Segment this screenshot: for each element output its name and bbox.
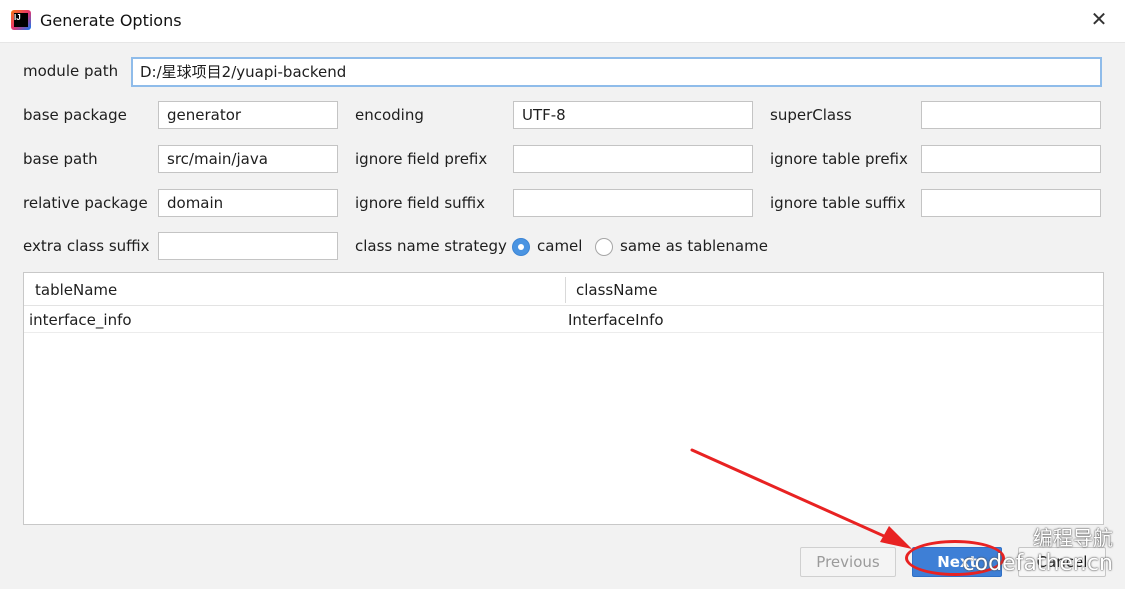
next-button[interactable]: Next: [912, 547, 1002, 577]
cell-tablename[interactable]: interface_info: [29, 306, 559, 332]
dialog-title: Generate Options: [40, 11, 182, 30]
base-path-input[interactable]: src/main/java: [158, 145, 338, 173]
relative-package-label: relative package: [23, 194, 148, 212]
ignore-field-suffix-label: ignore field suffix: [355, 194, 486, 212]
ignore-table-suffix-label: ignore table suffix: [770, 194, 906, 212]
super-class-label: superClass: [770, 106, 852, 124]
ignore-field-prefix-input[interactable]: [513, 145, 753, 173]
same-as-tablename-radio[interactable]: [595, 238, 613, 256]
column-header-tablename[interactable]: tableName: [24, 273, 565, 305]
table-row[interactable]: interface_info InterfaceInfo: [24, 306, 1103, 333]
base-package-label: base package: [23, 106, 127, 124]
module-path-label: module path: [23, 62, 119, 80]
extra-class-suffix-label: extra class suffix: [23, 237, 150, 255]
encoding-label: encoding: [355, 106, 424, 124]
ignore-table-prefix-label: ignore table prefix: [770, 150, 908, 168]
camel-radio-label[interactable]: camel: [537, 237, 582, 255]
base-path-label: base path: [23, 150, 98, 168]
class-name-strategy-label: class name strategy: [355, 237, 507, 255]
ignore-field-suffix-input[interactable]: [513, 189, 753, 217]
dialog-titlebar: Generate Options ✕: [0, 0, 1125, 43]
ignore-table-prefix-input[interactable]: [921, 145, 1101, 173]
cell-classname[interactable]: InterfaceInfo: [568, 306, 1098, 332]
cancel-button[interactable]: Cancel: [1018, 547, 1106, 577]
previous-button[interactable]: Previous: [800, 547, 896, 577]
ignore-field-prefix-label: ignore field prefix: [355, 150, 488, 168]
column-header-classname[interactable]: className: [565, 273, 1103, 305]
same-as-tablename-radio-label[interactable]: same as tablename: [620, 237, 768, 255]
ignore-table-suffix-input[interactable]: [921, 189, 1101, 217]
base-package-input[interactable]: generator: [158, 101, 338, 129]
close-icon[interactable]: ✕: [1087, 8, 1111, 32]
table-header: tableName className: [24, 273, 1103, 306]
intellij-app-icon: [11, 10, 31, 30]
encoding-input[interactable]: UTF-8: [513, 101, 753, 129]
module-path-input[interactable]: D:/星球项目2/yuapi-backend: [131, 57, 1102, 87]
camel-radio[interactable]: [512, 238, 530, 256]
relative-package-input[interactable]: domain: [158, 189, 338, 217]
table-list[interactable]: tableName className interface_info Inter…: [23, 272, 1104, 525]
super-class-input[interactable]: [921, 101, 1101, 129]
extra-class-suffix-input[interactable]: [158, 232, 338, 260]
